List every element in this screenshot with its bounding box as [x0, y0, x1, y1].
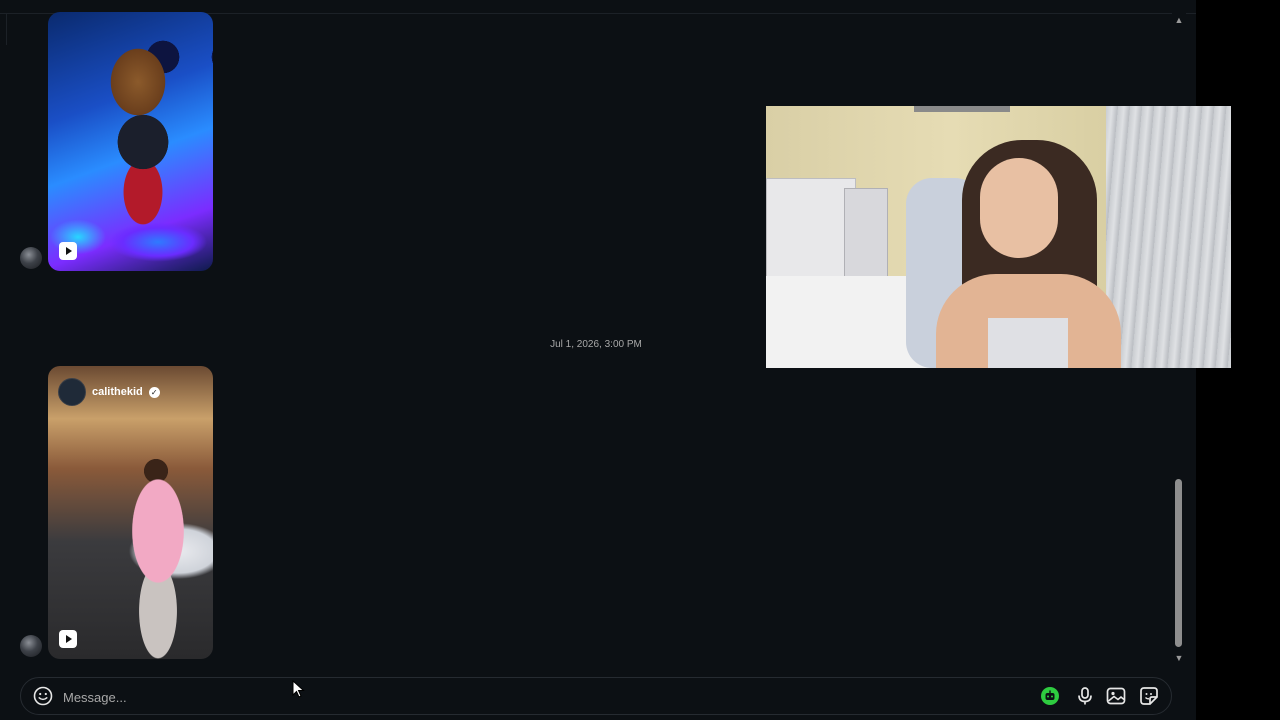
reel-author-username: calithekid [92, 386, 143, 398]
emoji-icon[interactable] [33, 686, 53, 706]
reel-author-avatar [58, 378, 86, 406]
webcam-person-face [980, 158, 1058, 258]
scroll-down-arrow-icon[interactable]: ▼ [1174, 653, 1184, 663]
play-icon [59, 630, 77, 648]
webcam-curtain [1106, 106, 1231, 368]
sticker-icon[interactable] [1138, 685, 1160, 707]
reel-author: calithekid ✓ [58, 378, 160, 406]
webcam-wall-frame [914, 106, 1010, 112]
verified-badge-icon: ✓ [148, 386, 160, 398]
shared-reel-1[interactable] [48, 12, 213, 271]
webcam-overlay [766, 106, 1231, 368]
left-divider [0, 13, 7, 45]
microphone-icon[interactable] [1074, 685, 1096, 707]
scroll-up-arrow-icon[interactable]: ▲ [1174, 15, 1184, 25]
shared-reel-2[interactable]: calithekid ✓ [48, 366, 213, 659]
message-composer [20, 677, 1172, 715]
ai-icon[interactable] [1039, 685, 1061, 707]
sender-avatar[interactable] [20, 635, 42, 657]
message-timestamp: Jul 1, 2026, 3:00 PM [550, 339, 642, 350]
message-input[interactable] [61, 684, 965, 710]
image-icon[interactable] [1105, 685, 1127, 707]
webcam-person-top [988, 318, 1068, 368]
webcam-shelf [844, 188, 888, 280]
sender-avatar[interactable] [20, 247, 42, 269]
scroll-thumb[interactable] [1175, 479, 1182, 647]
play-icon [59, 242, 77, 260]
